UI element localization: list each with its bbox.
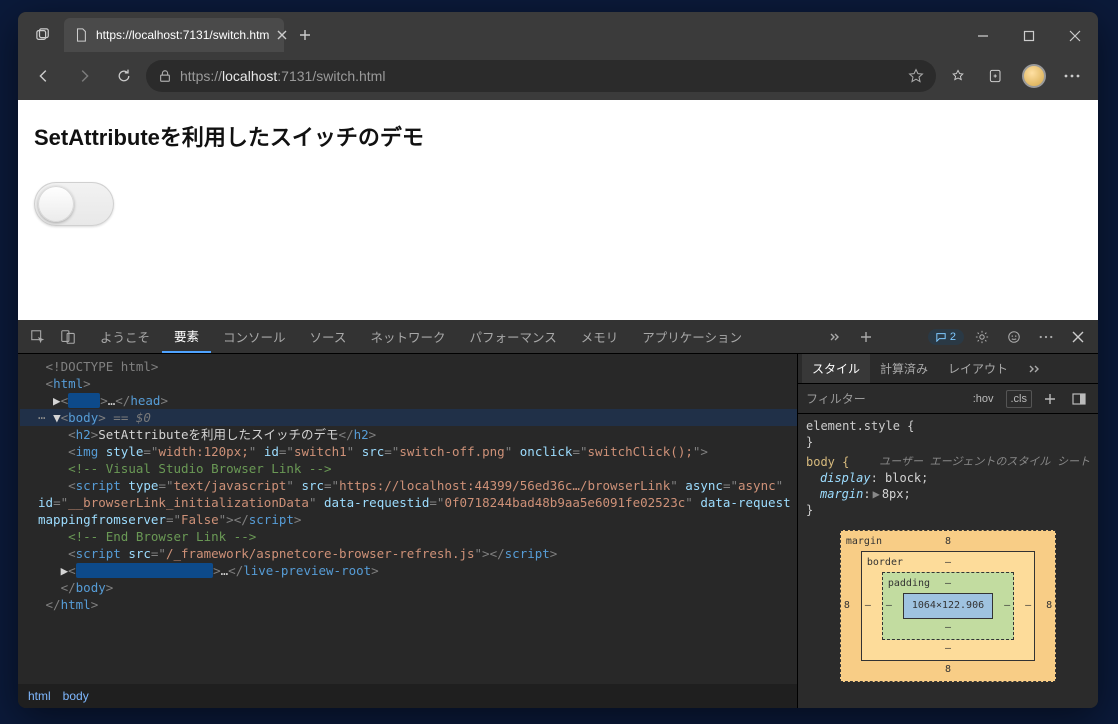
refresh-button[interactable] — [106, 58, 142, 94]
settings-button[interactable] — [968, 323, 996, 351]
inspect-icon — [30, 329, 46, 345]
box-model[interactable]: margin 8 8 8 8 border – – – – — [806, 522, 1090, 682]
tab-network[interactable]: ネットワーク — [358, 320, 457, 353]
titlebar: https://localhost:7131/switch.htm — [18, 12, 1098, 52]
forward-button[interactable] — [66, 58, 102, 94]
collections-icon — [988, 68, 1004, 84]
tab-computed[interactable]: 計算済み — [870, 354, 938, 383]
lock-icon — [158, 69, 172, 83]
tab-application[interactable]: アプリケーション — [630, 320, 754, 353]
plus-icon — [299, 29, 311, 41]
more-button[interactable] — [1054, 58, 1090, 94]
profile-button[interactable] — [1016, 58, 1052, 94]
page-title: SetAttributeを利用したスイッチのデモ — [34, 120, 1082, 152]
url-box[interactable]: https://localhost:7131/switch.html — [146, 60, 936, 92]
box-model-content: 1064×122.906 — [903, 593, 993, 619]
dots-icon — [1064, 74, 1080, 78]
feedback-button[interactable] — [1000, 323, 1028, 351]
browser-tab[interactable]: https://localhost:7131/switch.htm — [64, 18, 284, 52]
plus-icon — [860, 331, 872, 343]
new-tab-button[interactable] — [288, 19, 322, 51]
switch-toggle[interactable] — [34, 182, 114, 226]
star-plus-icon — [950, 68, 966, 84]
file-icon — [74, 28, 88, 42]
arrow-left-icon — [35, 67, 53, 85]
tab-performance[interactable]: パフォーマンス — [457, 320, 568, 353]
close-icon — [1072, 331, 1084, 343]
chevrons-icon — [828, 331, 840, 343]
tab-styles-more[interactable] — [1018, 354, 1050, 383]
dom-tree[interactable]: <!DOCTYPE html> <html> ▶< >…</head> ⋯ ▼<… — [18, 354, 797, 684]
favorite-icon[interactable] — [908, 68, 924, 84]
favorites-button[interactable] — [940, 58, 976, 94]
rule-element-style[interactable]: element.style { } — [806, 418, 1090, 450]
cls-button[interactable]: .cls — [1006, 390, 1033, 408]
elements-panel: <!DOCTYPE html> <html> ▶< >…</head> ⋯ ▼<… — [18, 354, 798, 708]
chat-icon — [936, 332, 946, 342]
close-button[interactable] — [1052, 20, 1098, 52]
refresh-icon — [116, 68, 132, 84]
minimize-button[interactable] — [960, 20, 1006, 52]
breadcrumb: html body — [18, 684, 797, 708]
tab-title: https://localhost:7131/switch.htm — [96, 28, 269, 42]
avatar — [1022, 64, 1046, 88]
tab-welcome[interactable]: ようこそ — [88, 320, 162, 353]
breadcrumb-html[interactable]: html — [28, 689, 51, 703]
tabs-more-button[interactable] — [820, 323, 848, 351]
dots-icon — [1039, 335, 1053, 339]
issues-badge[interactable]: 2 — [928, 329, 964, 345]
breadcrumb-body[interactable]: body — [63, 689, 89, 703]
device-toggle-button[interactable] — [54, 323, 82, 351]
collections-button[interactable] — [978, 58, 1014, 94]
maximize-button[interactable] — [1006, 20, 1052, 52]
inspect-button[interactable] — [24, 323, 52, 351]
styles-filter[interactable]: フィルター — [806, 390, 961, 407]
tab-elements[interactable]: 要素 — [162, 320, 211, 353]
url-text: https://localhost:7131/switch.html — [180, 68, 385, 84]
browser-window: https://localhost:7131/switch.htm https:… — [18, 12, 1098, 708]
viewport: SetAttributeを利用したスイッチのデモ — [18, 100, 1098, 320]
devtools: ようこそ 要素 コンソール ソース ネットワーク パフォーマンス メモリ アプリ… — [18, 320, 1098, 708]
navbar: https://localhost:7131/switch.html — [18, 52, 1098, 100]
devtools-toolbar: ようこそ 要素 コンソール ソース ネットワーク パフォーマンス メモリ アプリ… — [18, 320, 1098, 354]
panel-icon — [1072, 393, 1086, 405]
styles-panel: スタイル 計算済み レイアウト フィルター :hov .cls element.… — [798, 354, 1098, 708]
close-icon[interactable] — [277, 30, 287, 40]
tab-actions-button[interactable] — [26, 19, 60, 51]
chevrons-icon — [1028, 364, 1040, 374]
devtools-more-button[interactable] — [1032, 323, 1060, 351]
tab-sources[interactable]: ソース — [298, 320, 359, 353]
hov-button[interactable]: :hov — [969, 391, 998, 407]
new-panel-button[interactable] — [852, 323, 880, 351]
arrow-right-icon — [75, 67, 93, 85]
new-rule-button[interactable] — [1040, 391, 1060, 407]
rule-body[interactable]: body { ユーザー エージェントのスタイル シート display: blo… — [806, 454, 1090, 518]
tabs-icon — [36, 28, 50, 42]
tab-memory[interactable]: メモリ — [569, 320, 631, 353]
gear-icon — [975, 330, 989, 344]
back-button[interactable] — [26, 58, 62, 94]
plus-icon — [1044, 393, 1056, 405]
devtools-close-button[interactable] — [1064, 323, 1092, 351]
computed-toggle-button[interactable] — [1068, 391, 1090, 407]
tab-styles[interactable]: スタイル — [802, 354, 870, 383]
tab-layout[interactable]: レイアウト — [938, 354, 1018, 383]
device-icon — [60, 329, 76, 345]
smiley-icon — [1007, 330, 1021, 344]
window-controls — [960, 20, 1098, 52]
tab-console[interactable]: コンソール — [211, 320, 298, 353]
